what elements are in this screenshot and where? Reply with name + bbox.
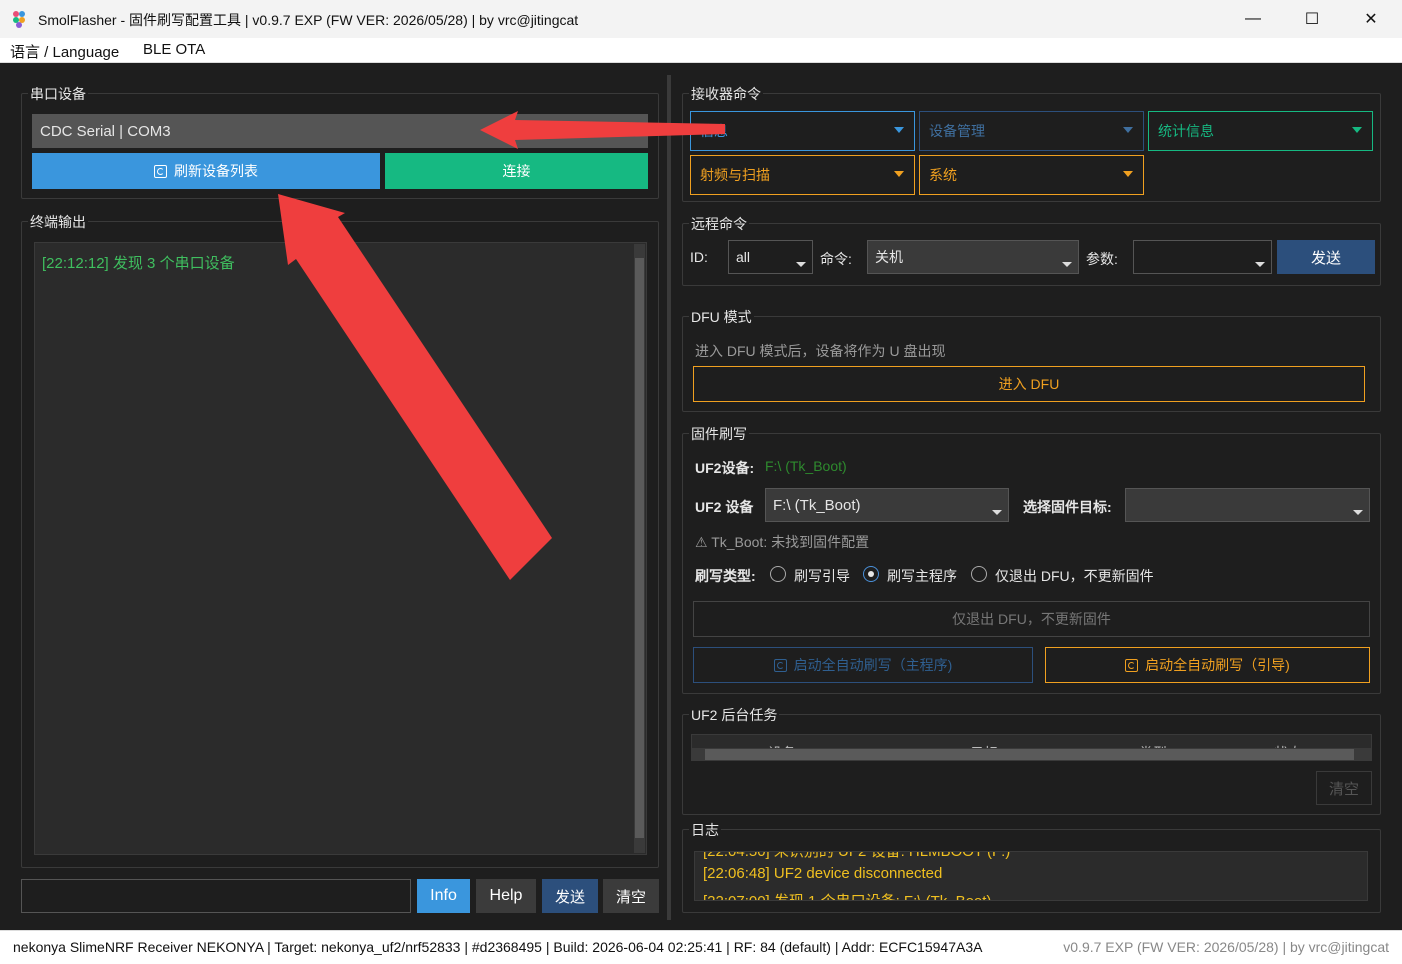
minimize-button[interactable]: — [1230, 0, 1276, 38]
annotation-arrows [278, 111, 725, 580]
app-logo-icon [13, 11, 25, 28]
arrow-to-device-select [480, 111, 725, 149]
main-area: 串口设备 CDC Serial | COM3 刷新设备列表 连接 终端输出 [2… [0, 63, 1402, 930]
status-bar: nekonya SlimeNRF Receiver NEKONYA | Targ… [0, 930, 1402, 964]
window-title: SmolFlasher - 固件刷写配置工具 | v0.9.7 EXP (FW … [38, 12, 579, 28]
device-status-text: nekonya SlimeNRF Receiver NEKONYA | Targ… [13, 939, 983, 955]
close-button[interactable]: ✕ [1348, 0, 1394, 38]
title-bar: SmolFlasher - 固件刷写配置工具 | v0.9.7 EXP (FW … [0, 0, 1402, 38]
version-status-text: v0.9.7 EXP (FW VER: 2026/05/28) | by vrc… [1063, 939, 1389, 955]
menu-language[interactable]: 语言 / Language [10, 41, 119, 62]
maximize-button[interactable]: ☐ [1289, 0, 1335, 38]
arrow-to-refresh-button [278, 194, 552, 580]
menu-ble-ota[interactable]: BLE OTA [143, 41, 205, 58]
menu-bar: 语言 / Language BLE OTA [0, 38, 1402, 63]
